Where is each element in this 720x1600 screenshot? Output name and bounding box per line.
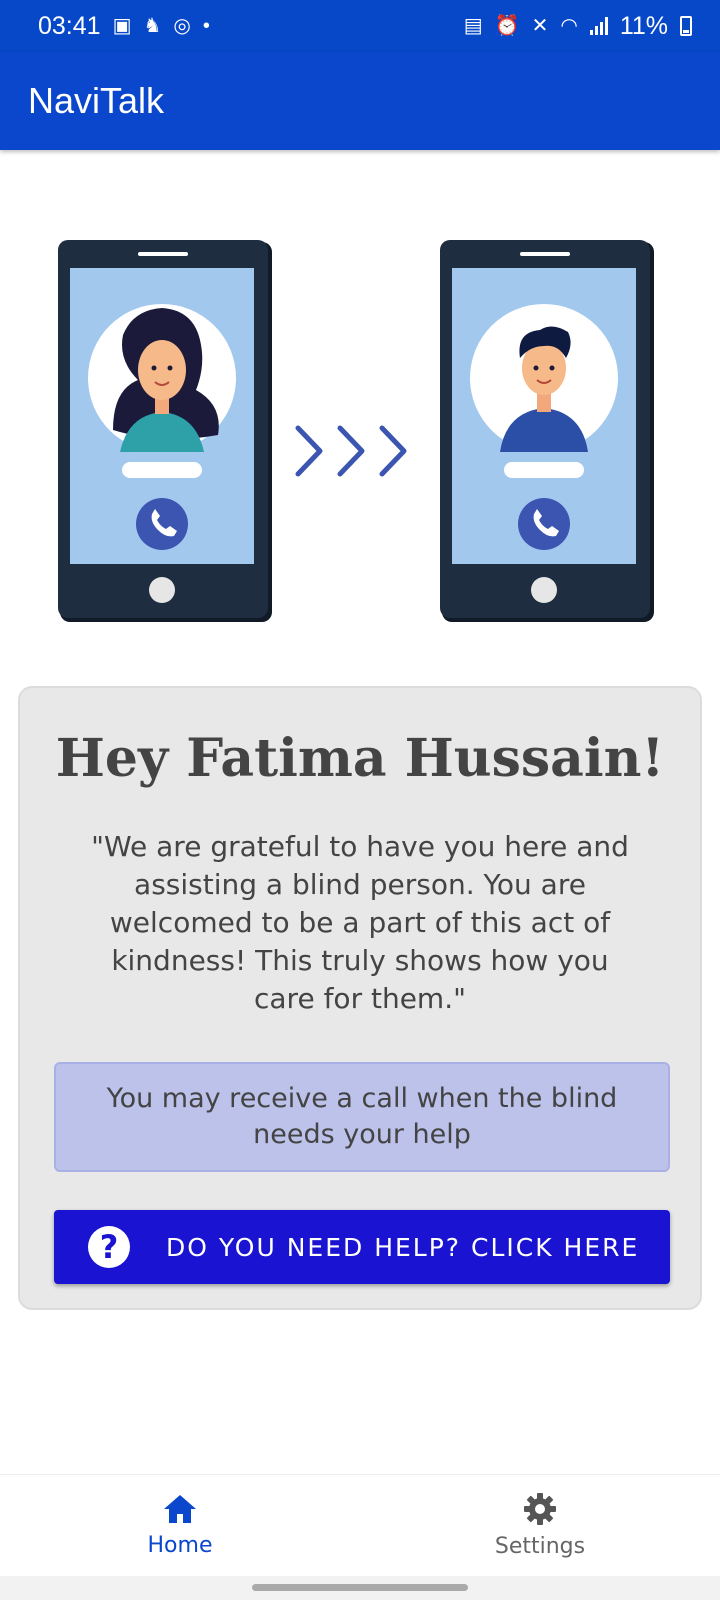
- welcome-card: Hey Fatima Hussain! "We are grateful to …: [18, 686, 702, 1310]
- welcome-quote: "We are grateful to have you here and as…: [91, 830, 629, 1015]
- help-question-icon: ?: [88, 1226, 130, 1268]
- notification-icon: ♞: [143, 15, 162, 37]
- status-left: 03:41 ▣ ♞ ◎ •: [38, 12, 210, 41]
- battery-icon: [680, 16, 692, 36]
- info-box: You may receive a call when the blind ne…: [54, 1062, 670, 1172]
- alarm-icon: ⏰: [494, 15, 520, 37]
- app-bar: NaviTalk: [0, 52, 720, 150]
- home-icon: [164, 1495, 196, 1523]
- signal-icon: [589, 17, 608, 35]
- dot-icon: •: [202, 15, 210, 37]
- arrows-icon: [295, 425, 407, 477]
- app-title: NaviTalk: [28, 80, 165, 121]
- sync-icon: ◎: [173, 15, 191, 37]
- nav-label-home: Home: [147, 1533, 213, 1558]
- phone-right-icon: [440, 240, 654, 622]
- lock-icon: ▤: [463, 15, 483, 37]
- status-bar: 03:41 ▣ ♞ ◎ • ▤ ⏰ ✕ ◠ 11%: [0, 0, 720, 52]
- mute-icon: ✕: [531, 15, 549, 37]
- help-button[interactable]: ? DO YOU NEED HELP? CLICK HERE: [54, 1210, 670, 1284]
- gesture-area: [0, 1576, 720, 1600]
- battery-percent: 11%: [619, 11, 668, 40]
- nav-item-settings[interactable]: Settings: [360, 1475, 720, 1576]
- greeting-heading: Hey Fatima Hussain!: [55, 728, 665, 789]
- gallery-icon: ▣: [112, 15, 132, 37]
- phone-left-icon: [58, 240, 272, 622]
- wifi-icon: ◠: [560, 15, 578, 37]
- gesture-handle[interactable]: [252, 1584, 468, 1591]
- help-button-label: DO YOU NEED HELP? CLICK HERE: [166, 1232, 640, 1262]
- nav-item-home[interactable]: Home: [0, 1475, 360, 1576]
- call-illustration: [58, 240, 654, 622]
- status-right: ▤ ⏰ ✕ ◠ 11%: [464, 12, 692, 41]
- gear-icon: [524, 1493, 556, 1525]
- nav-label-settings: Settings: [494, 1534, 586, 1559]
- status-time: 03:41: [38, 11, 101, 40]
- info-text: You may receive a call when the blind ne…: [106, 1083, 618, 1150]
- bottom-nav: Home Settings: [0, 1474, 720, 1576]
